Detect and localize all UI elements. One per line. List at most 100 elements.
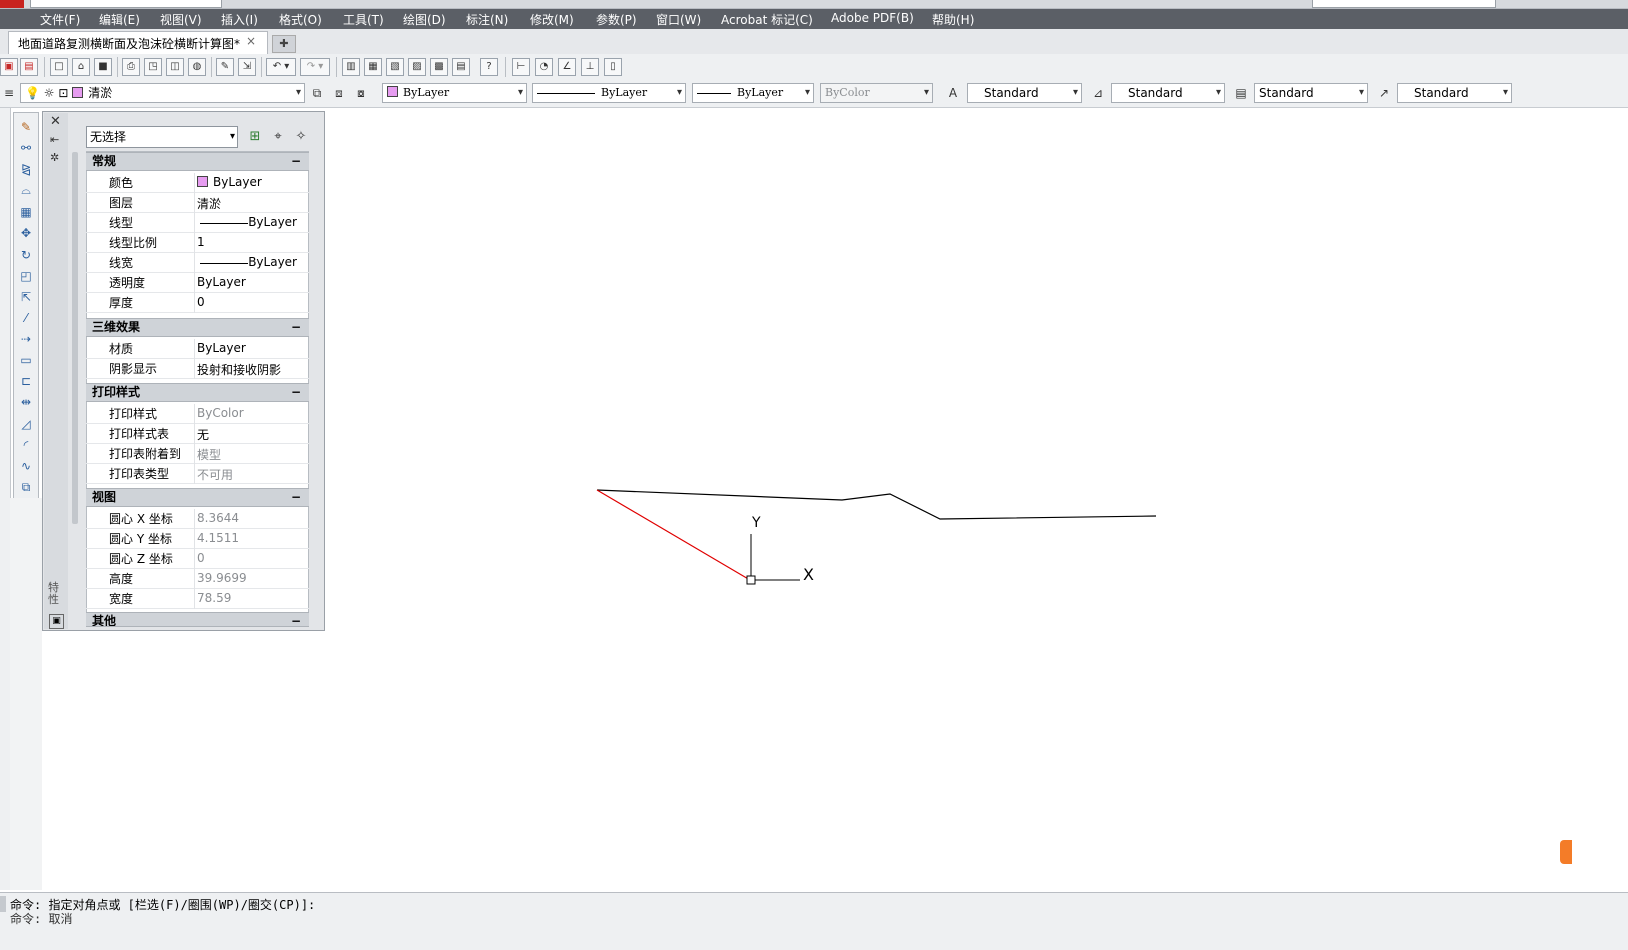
command-line-grip[interactable] xyxy=(0,896,6,912)
prop-row-shadow[interactable]: 阴影显示 投射和接收阴影 xyxy=(86,359,309,379)
chamfer-icon[interactable]: ◿ xyxy=(17,416,35,432)
radius-dimension-icon[interactable]: ◔ xyxy=(535,58,553,76)
prop-row-lineweight[interactable]: 线宽 ByLayer xyxy=(86,253,309,273)
menu-modify[interactable]: 修改(M) xyxy=(530,11,574,28)
table-style-icon[interactable]: ▤ xyxy=(1232,84,1250,102)
help-icon[interactable]: ? xyxy=(480,58,498,76)
break-at-point-icon[interactable]: ▭ xyxy=(17,352,35,368)
multileader-style-dropdown[interactable]: Standard ▾ xyxy=(1397,83,1512,103)
settings-icon[interactable]: ✲ xyxy=(50,151,59,164)
tool-palettes-icon[interactable]: ▤ xyxy=(452,58,470,76)
section-view[interactable]: 视图 − xyxy=(86,488,309,507)
selection-dropdown[interactable]: 无选择 ▾ xyxy=(86,126,238,148)
prop-row-plot-table[interactable]: 打印样式表 无 xyxy=(86,424,309,444)
lineweight-dropdown[interactable]: ByLayer ▾ xyxy=(692,83,814,103)
dim-style-dropdown[interactable]: Standard ▾ xyxy=(1111,83,1225,103)
break-icon[interactable]: ⊏ xyxy=(17,373,35,389)
menu-format[interactable]: 格式(O) xyxy=(279,11,322,28)
scale-icon[interactable]: ◰ xyxy=(17,268,35,284)
layer-previous-icon[interactable]: ⧈ xyxy=(330,84,348,102)
layer-properties-icon[interactable]: ≡ xyxy=(0,84,18,102)
prop-row-linetype-scale[interactable]: 线型比例 1 xyxy=(86,233,309,253)
print-icon[interactable]: ⎙ xyxy=(122,58,140,76)
fillet-icon[interactable]: ◜ xyxy=(17,437,35,453)
table-style-dropdown[interactable]: Standard ▾ xyxy=(1254,83,1368,103)
prop-row-transparency[interactable]: 透明度 ByLayer xyxy=(86,273,309,293)
pdf-icon[interactable]: ▣ xyxy=(0,58,18,76)
section-misc[interactable]: 其他 − xyxy=(86,612,309,627)
color-dropdown[interactable]: ByLayer ▾ xyxy=(382,83,527,103)
design-center-icon[interactable]: ▩ xyxy=(430,58,448,76)
3d-dwf-icon[interactable]: ◍ xyxy=(188,58,206,76)
search-box[interactable] xyxy=(1312,0,1496,8)
stretch-icon[interactable]: ⇱ xyxy=(17,289,35,305)
collapse-icon[interactable]: − xyxy=(291,613,301,626)
quick-select-icon[interactable]: ✧ xyxy=(292,128,310,146)
undo-icon[interactable]: ↶ ▾ xyxy=(266,58,296,76)
menu-help[interactable]: 帮助(H) xyxy=(932,11,974,28)
menu-draw[interactable]: 绘图(D) xyxy=(403,11,446,28)
pdf-convert-icon[interactable]: ▤ xyxy=(20,58,38,76)
linetype-dropdown[interactable]: ByLayer ▾ xyxy=(532,83,686,103)
collapse-icon[interactable]: − xyxy=(291,489,301,506)
toggle-pickadd-icon[interactable]: ⊞ xyxy=(246,128,264,146)
menu-adobe-pdf[interactable]: Adobe PDF(B) xyxy=(831,11,914,25)
prop-row-layer[interactable]: 图层 清淤 xyxy=(86,193,309,213)
menu-view[interactable]: 视图(V) xyxy=(160,11,202,28)
prop-row-linetype[interactable]: 线型 ByLayer xyxy=(86,213,309,233)
text-style-dropdown[interactable]: Standard ▾ xyxy=(967,83,1082,103)
close-icon[interactable]: ✕ xyxy=(50,114,61,129)
text-style-icon[interactable]: A xyxy=(944,84,962,102)
multileader-style-icon[interactable]: ↗ xyxy=(1375,84,1393,102)
palette-scrollbar[interactable] xyxy=(72,152,78,524)
zoom-previous-icon[interactable]: ▧ xyxy=(386,58,404,76)
blend-curves-icon[interactable]: ∿ xyxy=(17,458,35,474)
zoom-window-icon[interactable]: ▦ xyxy=(364,58,382,76)
quick-access-box[interactable] xyxy=(30,0,222,8)
dimension-style-icon[interactable]: ⊿ xyxy=(1089,84,1107,102)
menu-dimension[interactable]: 标注(N) xyxy=(466,11,508,28)
offset-icon[interactable]: ⌓ xyxy=(17,182,35,198)
make-current-layer-icon[interactable]: ⧉ xyxy=(308,84,326,102)
save-icon[interactable]: ■ xyxy=(94,58,112,76)
rotate-icon[interactable]: ↻ xyxy=(17,247,35,263)
explode-icon[interactable]: ⧉ xyxy=(17,479,35,495)
palette-menu-icon[interactable]: ▣ xyxy=(49,614,64,629)
angular-dimension-icon[interactable]: ∠ xyxy=(558,58,576,76)
dimension-style-icon[interactable]: ▯ xyxy=(604,58,622,76)
collapse-icon[interactable]: − xyxy=(291,153,301,170)
menu-tools[interactable]: 工具(T) xyxy=(343,11,384,28)
collapse-icon[interactable]: − xyxy=(291,319,301,336)
pan-icon[interactable]: ▥ xyxy=(342,58,360,76)
prop-row-thickness[interactable]: 厚度 0 xyxy=(86,293,309,313)
block-editor-icon[interactable]: ⇲ xyxy=(238,58,256,76)
select-objects-icon[interactable]: ⌖ xyxy=(269,128,287,146)
prop-row-material[interactable]: 材质 ByLayer xyxy=(86,339,309,359)
trim-icon[interactable]: ⁄ xyxy=(17,310,35,326)
publish-icon[interactable]: ◫ xyxy=(166,58,184,76)
auto-hide-icon[interactable]: ⇤ xyxy=(50,133,59,146)
section-plot-style[interactable]: 打印样式 − xyxy=(86,383,309,402)
tab-close-icon[interactable]: × xyxy=(246,34,256,48)
open-folder-icon[interactable]: ⌂ xyxy=(72,58,90,76)
copy-icon[interactable]: ⚯ xyxy=(17,140,35,156)
new-tab-button[interactable]: ✚ xyxy=(272,35,296,53)
new-file-icon[interactable]: □ xyxy=(50,58,68,76)
baseline-dimension-icon[interactable]: ⊥ xyxy=(581,58,599,76)
move-icon[interactable]: ✥ xyxy=(17,225,35,241)
app-logo-icon[interactable] xyxy=(0,0,24,8)
properties-icon[interactable]: ▨ xyxy=(408,58,426,76)
menu-window[interactable]: 窗口(W) xyxy=(656,11,701,28)
menu-acrobat[interactable]: Acrobat 标记(C) xyxy=(721,11,813,28)
menu-file[interactable]: 文件(F) xyxy=(40,11,80,28)
print-preview-icon[interactable]: ◳ xyxy=(144,58,162,76)
section-general[interactable]: 常规 − xyxy=(86,152,309,171)
menu-insert[interactable]: 插入(I) xyxy=(221,11,258,28)
extend-icon[interactable]: ⇢ xyxy=(17,331,35,347)
menu-edit[interactable]: 编辑(E) xyxy=(99,11,140,28)
collapse-icon[interactable]: − xyxy=(291,384,301,401)
section-3d-effects[interactable]: 三维效果 − xyxy=(86,318,309,337)
menu-parametric[interactable]: 参数(P) xyxy=(596,11,637,28)
mirror-icon[interactable]: ⧎ xyxy=(17,161,35,177)
prop-row-color[interactable]: 颜色 ByLayer xyxy=(86,173,309,193)
